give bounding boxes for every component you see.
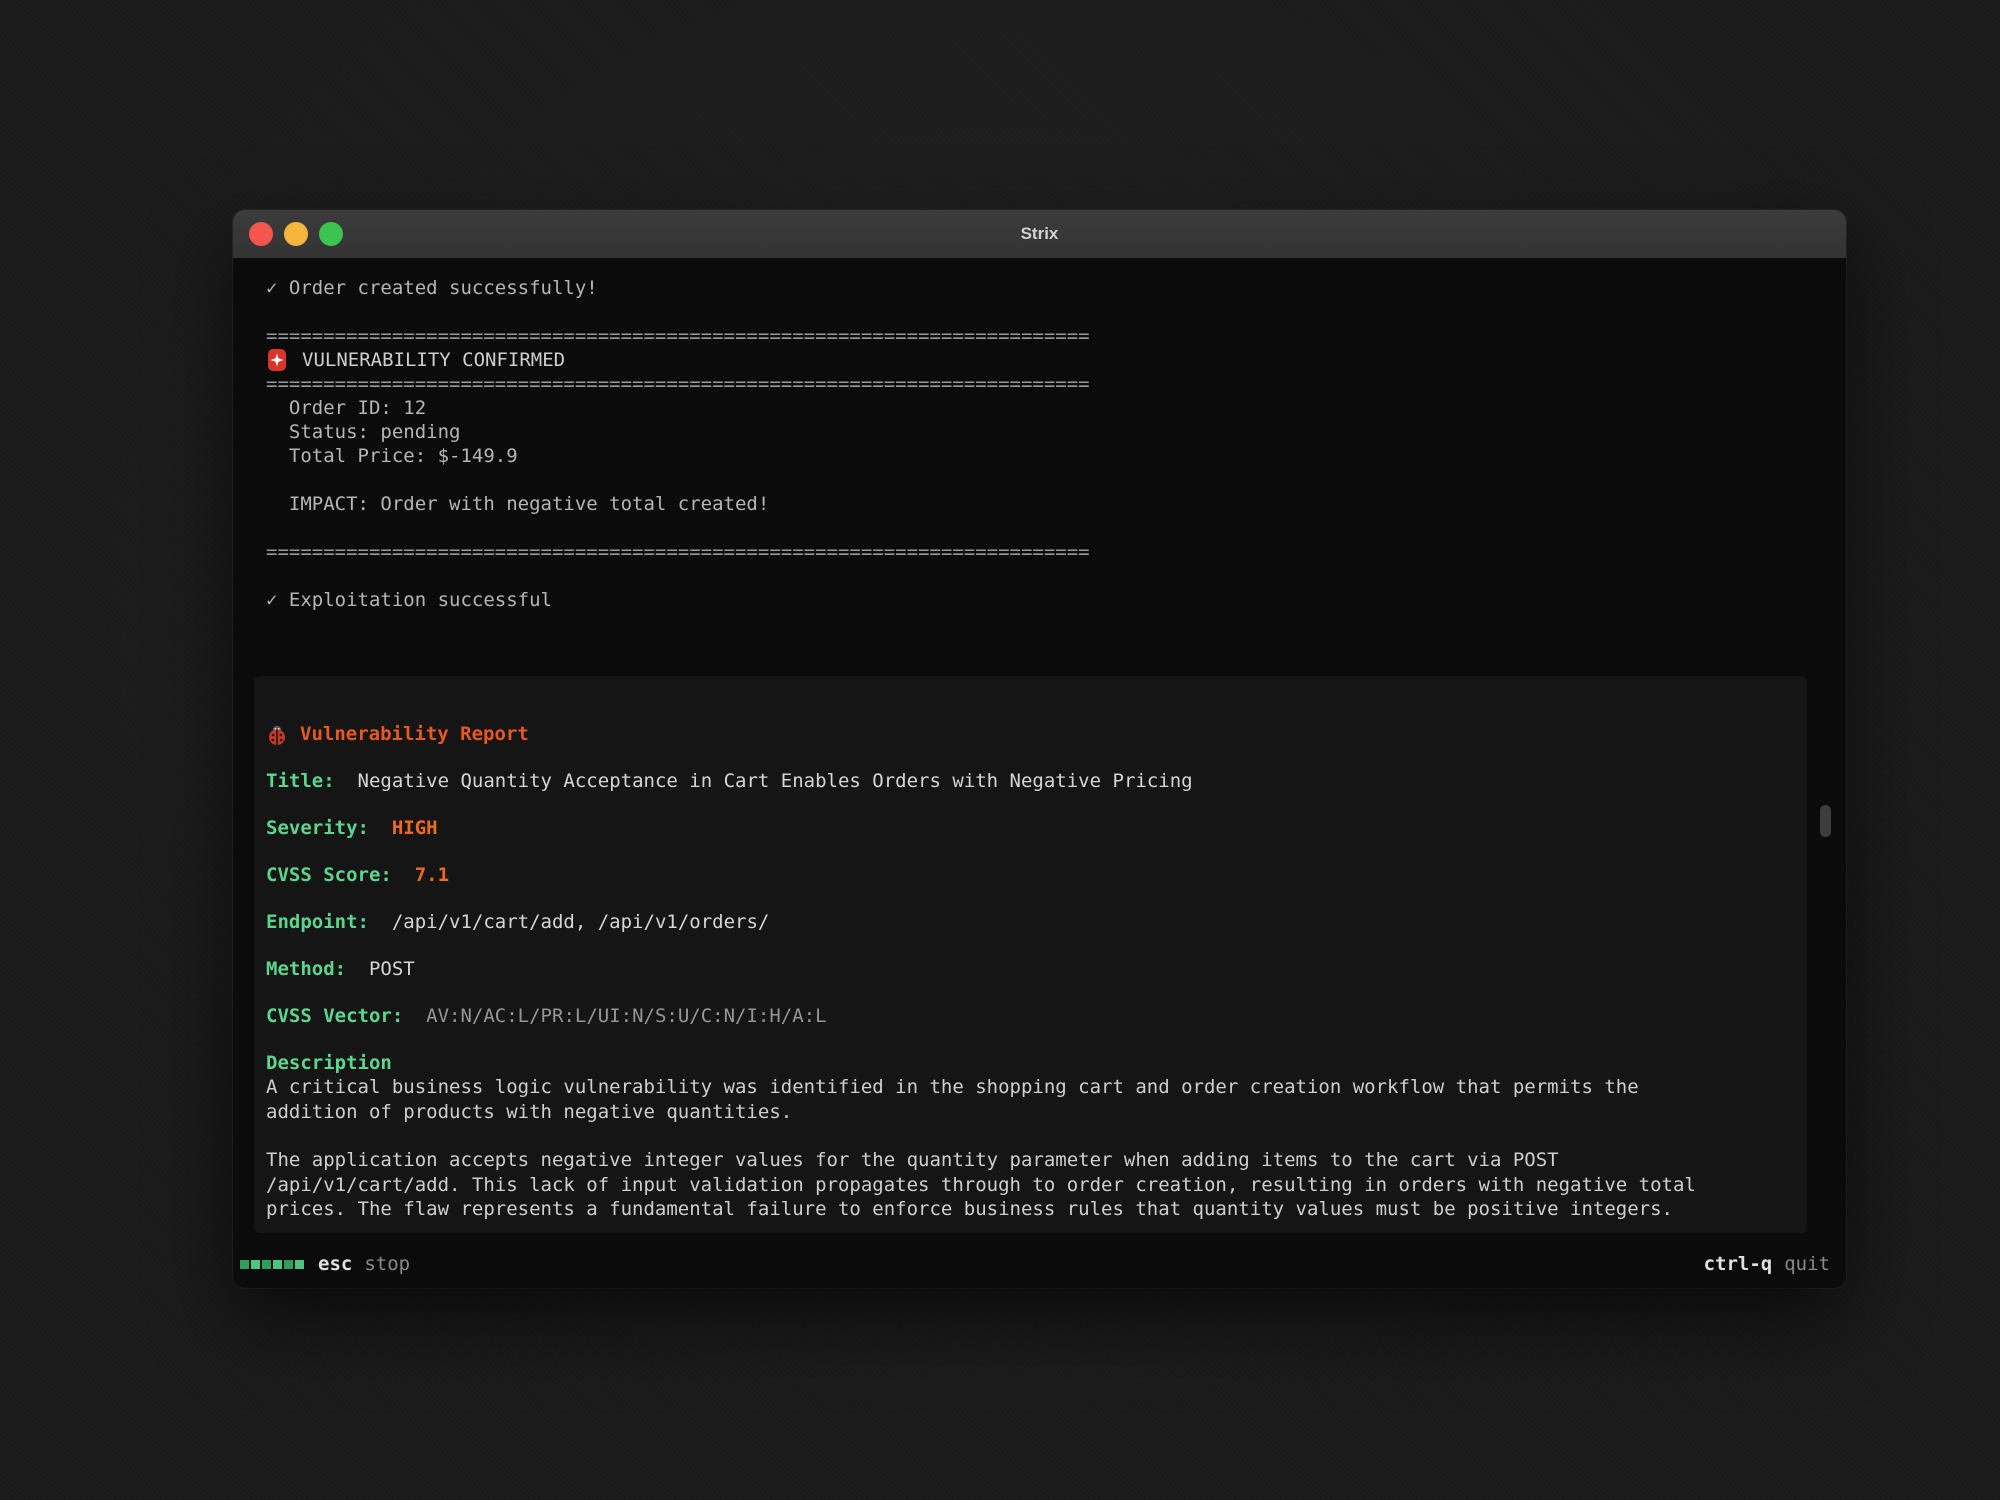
vulnerability-report-panel: Vulnerability Report Title: Negative Qua… (254, 676, 1807, 1233)
vulnerability-confirmed-label: VULNERABILITY CONFIRMED (302, 348, 565, 372)
window-titlebar[interactable]: Strix (233, 210, 1846, 258)
traffic-lights (249, 210, 343, 258)
status-bar: esc stop ctrl-q quit (240, 1251, 1830, 1277)
field-value: /api/v1/cart/add, /api/v1/orders/ (392, 911, 770, 933)
impact-line: IMPACT: Order with negative total create… (266, 492, 1816, 516)
report-title: Vulnerability Report (300, 722, 529, 747)
terminal-output: ✓ Order created successfully! ==========… (266, 276, 1816, 612)
report-header: Vulnerability Report (266, 722, 1787, 747)
field-label: CVSS Score: (266, 864, 403, 886)
exploitation-success-line: ✓ Exploitation successful (266, 588, 1816, 612)
blank-line (266, 516, 1816, 540)
esc-action-label: stop (364, 1253, 410, 1275)
field-value: Negative Quantity Acceptance in Cart Ena… (358, 770, 1193, 792)
description-paragraph: The application accepts negative integer… (266, 1148, 1787, 1222)
blank-line (266, 300, 1816, 324)
field-value: AV:N/AC:L/PR:L/UI:N/S:U/C:N/I:H/A:L (426, 1005, 826, 1027)
field-label: Endpoint: (266, 911, 380, 933)
quit-hint-group: ctrl-q quit (1704, 1253, 1830, 1275)
order-detail-lines: Order ID: 12 Status: pending Total Price… (266, 396, 1816, 468)
report-field-row: Endpoint: /api/v1/cart/add, /api/v1/orde… (266, 910, 1787, 935)
report-field-row: Severity: HIGH (266, 816, 1787, 841)
desktop-background: Strix ✓ Order created successfully! ====… (0, 0, 2000, 1500)
separator-line: ========================================… (266, 540, 1816, 564)
order-detail-line: Total Price: $-149.9 (266, 444, 1816, 468)
report-field-row: Method: POST (266, 957, 1787, 982)
quit-action-label: quit (1784, 1253, 1830, 1275)
report-field-row: CVSS Vector: AV:N/AC:L/PR:L/UI:N/S:U/C:N… (266, 1004, 1787, 1029)
vulnerability-confirmed-line: VULNERABILITY CONFIRMED (266, 348, 1816, 372)
field-label: CVSS Vector: (266, 1005, 415, 1027)
order-success-line: ✓ Order created successfully! (266, 276, 1816, 300)
field-label: Severity: (266, 817, 380, 839)
order-detail-line: Status: pending (266, 420, 1816, 444)
report-fields: Title: Negative Quantity Acceptance in C… (266, 769, 1787, 1029)
blank-line (266, 468, 1816, 492)
terminal-content: ✓ Order created successfully! ==========… (233, 258, 1846, 1288)
activity-spinner-icon (240, 1260, 304, 1269)
field-label: Title: (266, 770, 346, 792)
order-detail-line: Order ID: 12 (266, 396, 1816, 420)
strix-terminal-window: Strix ✓ Order created successfully! ====… (233, 210, 1846, 1288)
field-value: POST (369, 958, 415, 980)
window-title: Strix (1021, 224, 1059, 244)
description-paragraphs: A critical business logic vulnerability … (266, 1075, 1787, 1222)
field-value: HIGH (392, 817, 438, 839)
report-field-row: Title: Negative Quantity Acceptance in C… (266, 769, 1787, 794)
blank-line (266, 564, 1816, 588)
report-field-row: CVSS Score: 7.1 (266, 863, 1787, 888)
scrollbar-thumb[interactable] (1820, 805, 1831, 837)
zoom-button[interactable] (319, 222, 343, 246)
field-value: 7.1 (415, 864, 449, 886)
minimize-button[interactable] (284, 222, 308, 246)
separator-line: ========================================… (266, 324, 1816, 348)
description-paragraph: A critical business logic vulnerability … (266, 1075, 1787, 1124)
description-heading: Description (266, 1051, 1787, 1075)
ladybug-icon (266, 724, 290, 746)
separator-line: ========================================… (266, 372, 1816, 396)
close-button[interactable] (249, 222, 273, 246)
ctrl-q-key-hint: ctrl-q (1704, 1253, 1773, 1275)
field-label: Method: (266, 958, 358, 980)
siren-light-icon (266, 348, 290, 372)
esc-key-hint: esc (318, 1253, 352, 1275)
